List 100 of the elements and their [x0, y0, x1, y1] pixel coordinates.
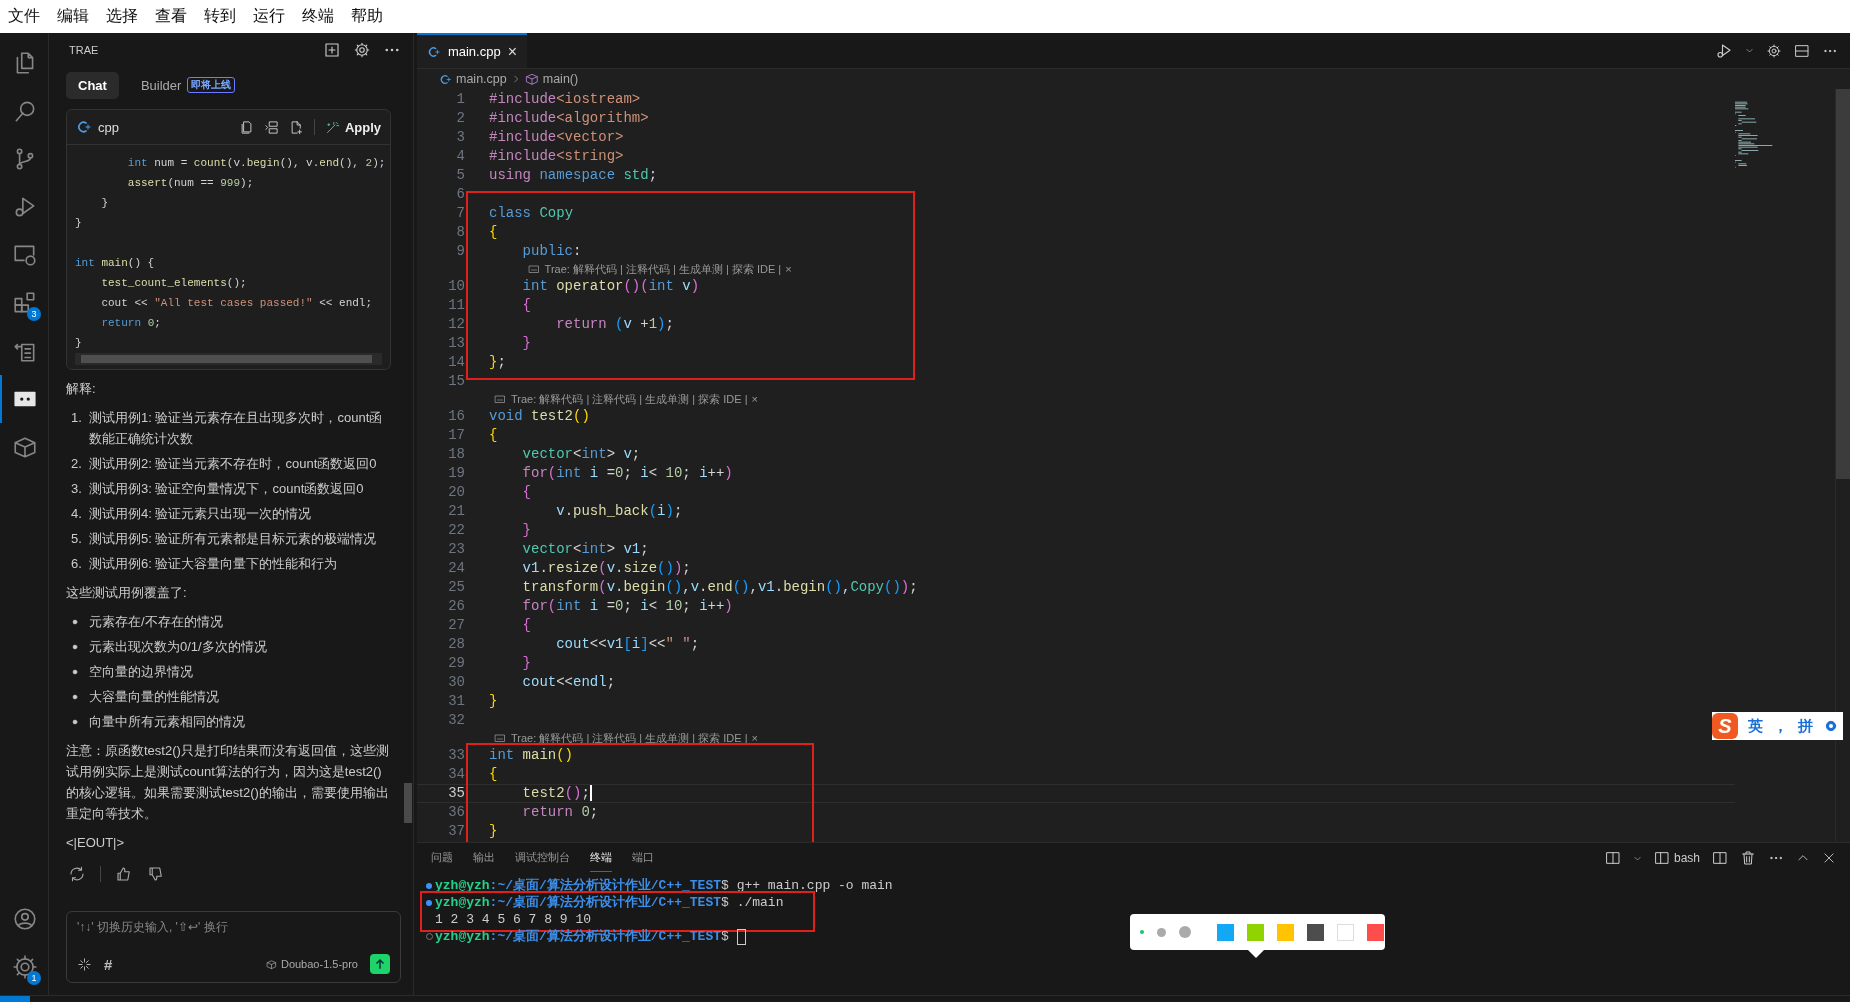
- menu-item[interactable]: 编辑: [57, 6, 89, 27]
- panel-tab[interactable]: Chat: [66, 71, 119, 99]
- insert-icon[interactable]: [263, 119, 279, 135]
- run-debug-icon[interactable]: [1715, 41, 1733, 60]
- panel-tab[interactable]: 问题: [431, 844, 453, 872]
- list-item: 测试用例6: 验证大容量向量下的性能和行为: [89, 555, 338, 573]
- note-paragraph: 注意：原函数test2()只是打印结果而没有返回值，这些测试用例实际上是测试count算法的行为，因为这是test2()的核心逻辑。如果需要测试test2()的输出，需要使用输出重定向等技术。: [66, 742, 390, 823]
- line-number: 37: [447, 822, 466, 841]
- line-number: 3: [455, 128, 466, 147]
- copy-icon[interactable]: [238, 119, 254, 135]
- color-swatch[interactable]: [1367, 923, 1384, 941]
- line-number: 35: [447, 785, 466, 802]
- brush-size-dot[interactable]: [1140, 930, 1144, 934]
- code-line: #include<iostream>: [489, 90, 641, 109]
- code-line: }: [489, 822, 498, 841]
- close-button[interactable]: ×: [751, 732, 758, 744]
- chat-input[interactable]: '↑↓' 切换历史输入, '⇧↩' 换行 # Doubao-1.5-pro: [66, 911, 401, 983]
- settings-icon[interactable]: [1823, 718, 1839, 734]
- panel-tab[interactable]: 终端: [590, 844, 612, 872]
- close-button[interactable]: ×: [785, 263, 792, 275]
- split-icon[interactable]: [1712, 850, 1728, 866]
- apply-button[interactable]: Apply: [324, 119, 381, 135]
- code-line: }: [75, 217, 82, 229]
- code-line: {: [521, 616, 531, 635]
- close-icon[interactable]: [1822, 851, 1836, 865]
- ime-punctuation[interactable]: ，: [1773, 716, 1788, 736]
- account-icon[interactable]: [12, 906, 38, 932]
- menu-item[interactable]: 查看: [155, 6, 187, 27]
- refresh-icon[interactable]: [68, 865, 86, 883]
- line-number: 10: [447, 277, 466, 296]
- new-file-icon[interactable]: [288, 119, 304, 135]
- settings-icon[interactable]: [1766, 42, 1782, 59]
- hash-button[interactable]: #: [104, 955, 113, 973]
- color-swatch[interactable]: [1307, 923, 1324, 941]
- new-chat-icon[interactable]: [323, 41, 341, 59]
- list-number: 2.: [71, 455, 83, 473]
- sparkle-icon[interactable]: [77, 956, 92, 972]
- line-number: 20: [447, 483, 466, 502]
- code-lens-actions[interactable]: Trae: 解释代码 | 注释代码 | 生成单测 | 探索 IDE |: [511, 391, 748, 407]
- shell-selector[interactable]: bash: [1673, 851, 1700, 865]
- close-button[interactable]: ×: [507, 42, 517, 61]
- settings-icon[interactable]: [12, 954, 38, 980]
- scrollbar-thumb[interactable]: [404, 783, 412, 823]
- brush-size-dot[interactable]: [1179, 926, 1191, 938]
- code-line: }: [521, 654, 531, 673]
- bullet-icon: [71, 693, 79, 701]
- trash-icon[interactable]: [1740, 850, 1756, 866]
- breadcrumb-item[interactable]: main(): [542, 72, 579, 86]
- cpp-file-icon: [439, 72, 452, 86]
- text-cursor: [589, 785, 592, 801]
- color-swatch[interactable]: [1337, 923, 1354, 941]
- list-item: 测试用例3: 验证空向量情况下，count函数返回0: [89, 480, 364, 498]
- layout-icon[interactable]: [1794, 42, 1810, 59]
- breadcrumb-item[interactable]: main.cpp: [456, 72, 507, 86]
- thumbs-down-icon[interactable]: [147, 865, 165, 883]
- ime-mode[interactable]: 英: [1748, 716, 1763, 736]
- cube-icon: [524, 72, 539, 86]
- scrollbar-thumb[interactable]: [1836, 89, 1850, 479]
- close-button[interactable]: ×: [751, 393, 758, 405]
- code-line: };: [489, 353, 506, 372]
- model-selector[interactable]: Doubao-1.5-pro: [280, 958, 358, 970]
- bullet-icon: [71, 668, 79, 676]
- menu-item[interactable]: 文件: [8, 6, 40, 27]
- color-swatch[interactable]: [1277, 923, 1294, 941]
- scrollbar-thumb[interactable]: [81, 355, 372, 363]
- code-line: {: [489, 223, 498, 242]
- panel-tab[interactable]: Builder 即将上线: [128, 71, 248, 99]
- bullet-icon: [71, 643, 79, 651]
- send-button[interactable]: [370, 954, 390, 974]
- menu-item[interactable]: 终端: [302, 6, 334, 27]
- brush-size-dot[interactable]: [1157, 927, 1166, 937]
- code-lens-actions[interactable]: Trae: 解释代码 | 注释代码 | 生成单测 | 探索 IDE |: [544, 261, 782, 277]
- panel-tab[interactable]: 调试控制台: [515, 844, 570, 872]
- code-line: }: [521, 334, 531, 353]
- panel-title: TRAE: [69, 44, 100, 56]
- editor-tab[interactable]: main.cpp ×: [417, 33, 527, 68]
- panel-tab[interactable]: 输出: [473, 844, 495, 872]
- terminal-output: 1 2 3 4 5 6 7 8 9 10: [435, 911, 592, 928]
- line-number: 23: [447, 540, 466, 559]
- notification-badge: 1: [27, 971, 41, 985]
- menu-item[interactable]: 帮助: [351, 6, 383, 27]
- color-swatch[interactable]: [1247, 923, 1264, 941]
- line-number: 31: [447, 692, 466, 711]
- terminal-line: yzh@yzh:~/桌面/算法分析设计作业/C++_TEST$: [435, 928, 729, 945]
- line-number: 13: [447, 334, 466, 353]
- code-line: transform(v.begin(),v.end(),v1.begin(),Copy());: [521, 578, 918, 597]
- codelens-icon: [493, 393, 507, 405]
- end-marker: <|EOUT|>: [66, 834, 126, 852]
- ime-layout[interactable]: 拼: [1798, 716, 1813, 736]
- menu-item[interactable]: 运行: [253, 6, 285, 27]
- color-swatch[interactable]: [1217, 923, 1234, 941]
- thumbs-up-icon[interactable]: [115, 865, 133, 883]
- panel-tab[interactable]: 端口: [632, 844, 654, 872]
- code-line: for(int i =0; i< 10; i++): [521, 464, 733, 483]
- menu-item[interactable]: 转到: [204, 6, 236, 27]
- layout-icon[interactable]: [1604, 850, 1621, 866]
- settings-icon[interactable]: [353, 41, 371, 59]
- menu-item[interactable]: 选择: [106, 6, 138, 27]
- line-number: 1: [455, 90, 466, 109]
- list-number: 1.: [71, 409, 83, 427]
